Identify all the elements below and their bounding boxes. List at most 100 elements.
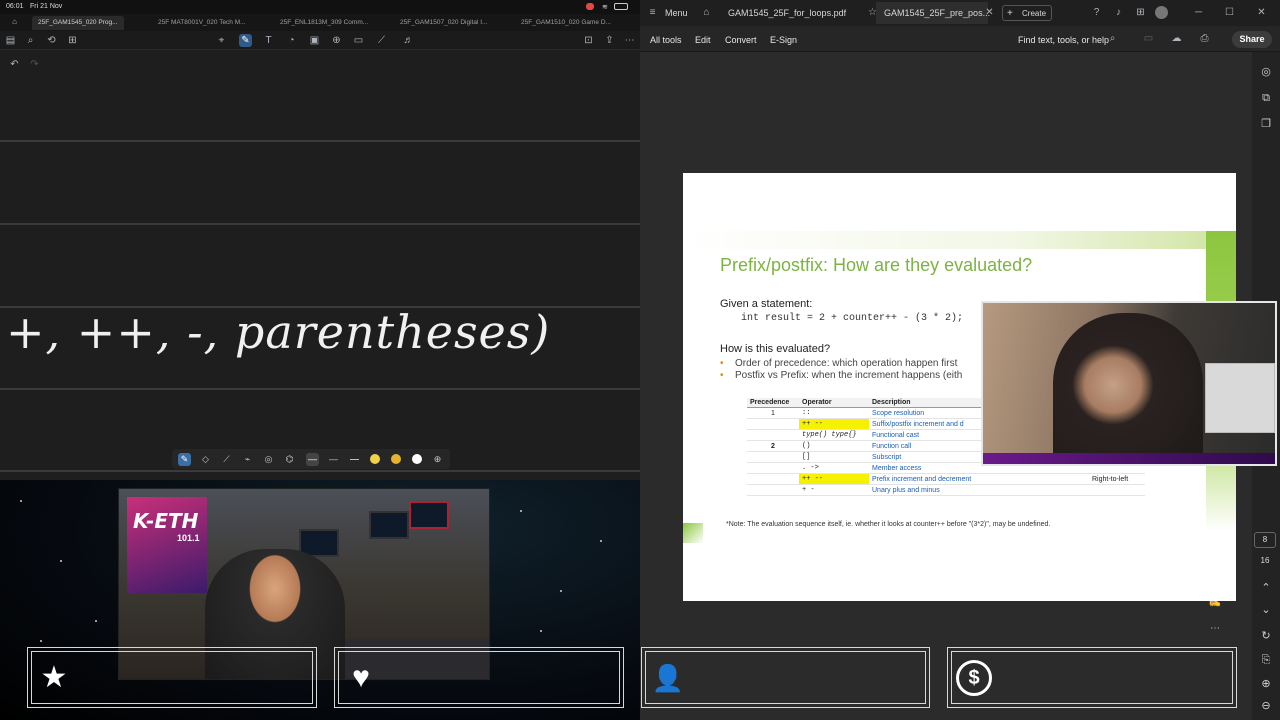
laser-tool-icon[interactable]: ⟋	[375, 34, 388, 47]
create-button[interactable]: + Create	[1002, 5, 1052, 21]
plus-icon: +	[1007, 8, 1013, 19]
close-tab-icon[interactable]: ✕	[983, 6, 996, 19]
tab-mat8001v[interactable]: 25F MAT8001V_020 Tech M...	[152, 16, 252, 30]
share-icon[interactable]: ⇪	[603, 34, 616, 47]
title-bar: ≡ Menu ⌂ GAM1545_25F_for_loops.pdf ☆ GAM…	[640, 0, 1280, 26]
cell: + -	[799, 484, 869, 496]
pages-icon[interactable]: ⊞	[66, 34, 79, 47]
tab-enl1813m[interactable]: 25F_ENL1813M_309 Comm...	[274, 16, 374, 30]
apps-grid-icon[interactable]: ⊞	[1134, 6, 1147, 19]
shape-recognize-icon[interactable]: ◎	[262, 453, 275, 466]
notes-toolbar: ▤ ⌕ ⟲ ⊞ ⌖ ✎ T ◔ ▣ ⊕ ▭ ⟋ ♬ ⊡ ⇪ ⋯	[0, 31, 640, 50]
cell: ++ --	[799, 418, 869, 430]
help-icon[interactable]: ?	[1090, 6, 1103, 19]
how-evaluated-label: How is this evaluated?	[720, 343, 831, 355]
slide-header-band	[683, 231, 1236, 249]
highlighter-icon[interactable]: ⟋	[220, 453, 233, 466]
cell	[747, 451, 799, 463]
follow-card: ★	[27, 647, 317, 708]
ai-assistant-icon[interactable]: ◎	[1258, 64, 1274, 80]
add-page-icon[interactable]: ⊡	[582, 34, 595, 47]
search-icon[interactable]: ⌕	[24, 34, 37, 47]
streamer-webcam	[981, 301, 1277, 466]
notes-app-window: 06:01 Fri 21 Nov ≋ ⌂ 25F_GAM1545_020 Pro…	[0, 0, 640, 480]
color-swatch-yellow[interactable]	[370, 454, 380, 464]
comments-icon[interactable]: ⧉	[1258, 90, 1274, 106]
home-icon[interactable]: ⌂	[8, 15, 21, 28]
redo-icon[interactable]: ↷	[28, 58, 41, 71]
maximize-icon[interactable]: ☐	[1223, 6, 1236, 19]
pen-tool-icon[interactable]: ✎	[239, 34, 252, 47]
audio-record-icon[interactable]: ♬	[402, 34, 415, 47]
add-user-icon: 👤	[651, 663, 685, 693]
thin-stroke-option[interactable]: —	[306, 453, 319, 466]
home-icon[interactable]: ⌂	[700, 6, 713, 19]
find-tools-search[interactable]: Find text, tools, or help	[1018, 35, 1109, 45]
tab-for-loops[interactable]: GAM1545_25F_for_loops.pdf	[720, 2, 854, 24]
save-icon[interactable]: ▭	[1142, 32, 1155, 45]
more-tools-icon[interactable]: ⋯	[1208, 622, 1222, 636]
page-indicator: 8 16	[1254, 532, 1276, 565]
share-button[interactable]: Share	[1232, 31, 1272, 48]
rotate-icon[interactable]: ↻	[1258, 628, 1274, 644]
tab-gam1545[interactable]: 25F_GAM1545_020 Prog...	[32, 16, 124, 30]
menu-icon[interactable]: ≡	[646, 6, 659, 19]
wifi-icon: ≋	[602, 4, 608, 11]
tab-gam1507[interactable]: 25F_GAM1507_020 Digital I...	[394, 16, 493, 30]
status-date: Fri 21 Nov	[30, 3, 63, 10]
minimize-icon[interactable]: ─	[1192, 6, 1205, 19]
cell	[747, 484, 799, 496]
text-tool-icon[interactable]: T	[262, 34, 275, 47]
tab-gam1510[interactable]: 25F_GAM1510_020 Game D...	[515, 16, 617, 30]
avatar[interactable]	[1155, 6, 1168, 19]
scroll-down-icon[interactable]: ⌄	[1258, 602, 1274, 618]
add-color-icon[interactable]: ⊕	[431, 453, 444, 466]
extract-icon[interactable]: ⎘	[1258, 652, 1274, 668]
menu-convert[interactable]: Convert	[725, 35, 757, 45]
more-icon[interactable]: ⋯	[623, 34, 636, 47]
comment-tool-icon[interactable]: ▭	[352, 34, 365, 47]
menu-button[interactable]: Menu	[665, 8, 688, 18]
undo-icon[interactable]: ↶	[8, 58, 21, 71]
color-swatch-white[interactable]	[412, 454, 422, 464]
pen-icon[interactable]: ✎	[178, 453, 191, 466]
battery-icon	[614, 3, 628, 10]
dollar-icon: $	[956, 660, 992, 696]
scroll-up-icon[interactable]: ⌃	[1258, 580, 1274, 596]
pen-options-toolbar: ✎ ◇ ⟋ ⌁ ◎ ⌬ — — — ⊕	[172, 449, 450, 469]
menu-edit[interactable]: Edit	[695, 35, 711, 45]
zoom-out-icon[interactable]: ⊖	[1258, 698, 1274, 714]
notifications-icon[interactable]: ♪	[1112, 6, 1125, 19]
print-icon[interactable]: ⎙	[1198, 32, 1211, 45]
table-row: ++ -- Prefix increment and decrement Rig…	[747, 473, 1145, 485]
lasso-select-icon[interactable]: ⌁	[241, 453, 254, 466]
pages-panel-icon[interactable]: ❐	[1258, 116, 1274, 132]
medium-stroke-option[interactable]: —	[327, 453, 340, 466]
cell: 2	[747, 440, 799, 452]
close-window-icon[interactable]: ✕	[1255, 6, 1268, 19]
cloud-upload-icon[interactable]: ☁	[1170, 32, 1183, 45]
lasso-icon[interactable]: ⌖	[215, 34, 228, 47]
sticker-tool-icon[interactable]: ⊕	[330, 34, 343, 47]
tab-pre-post[interactable]: GAM1545_25F_pre_pos...	[876, 2, 990, 24]
menu-esign[interactable]: E-Sign	[770, 35, 797, 45]
webcam-accent-strip	[983, 453, 1275, 464]
zoom-in-icon[interactable]: ⊕	[1258, 676, 1274, 692]
table-row: + - Unary plus and minus	[747, 484, 1145, 496]
thick-stroke-option[interactable]: —	[348, 453, 361, 466]
recording-indicator	[586, 3, 594, 10]
eraser-icon[interactable]: ◇	[199, 453, 212, 466]
tape-icon[interactable]: ⌬	[283, 453, 296, 466]
cell	[747, 473, 799, 485]
streamer-person	[1053, 313, 1203, 464]
shape-tool-icon[interactable]: ◔	[285, 34, 298, 47]
bookmark-icon[interactable]: ⟲	[45, 34, 58, 47]
sidebar-icon[interactable]: ▤	[4, 34, 17, 47]
color-swatch-gold[interactable]	[391, 454, 401, 464]
menu-all-tools[interactable]: All tools	[650, 35, 682, 45]
search-icon[interactable]: ⌕	[1106, 32, 1119, 45]
image-tool-icon[interactable]: ▣	[308, 34, 321, 47]
bullet-precedence: Order of precedence: which operation hap…	[720, 358, 957, 369]
current-page[interactable]: 8	[1254, 532, 1276, 548]
cell	[1089, 484, 1145, 496]
